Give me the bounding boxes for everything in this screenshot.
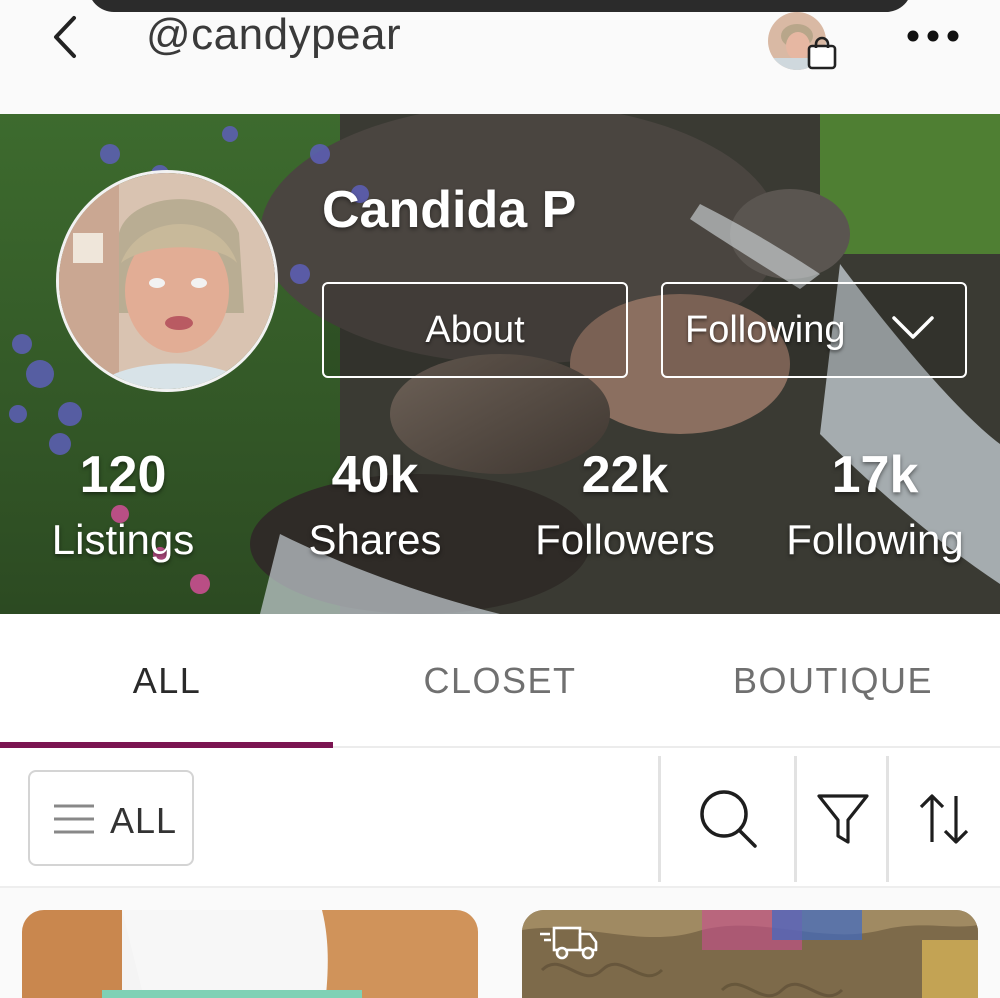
top-bar: @candypear — [0, 0, 1000, 114]
tab-closet[interactable]: CLOSET — [333, 614, 667, 748]
tab-all[interactable]: ALL — [0, 614, 334, 748]
divider — [658, 756, 661, 882]
divider — [794, 756, 797, 882]
display-name: Candida P — [322, 181, 577, 239]
profile-avatar[interactable] — [56, 170, 278, 392]
stat-label: Shares — [308, 516, 442, 563]
stat-following[interactable]: 17k Following — [750, 442, 1000, 572]
stat-label: Following — [786, 516, 964, 563]
listing-grid — [0, 888, 1000, 998]
listing-card[interactable] — [22, 910, 478, 998]
stat-label: Followers — [535, 516, 715, 563]
filter-bar: ALL — [0, 748, 1000, 888]
more-icon[interactable] — [906, 28, 960, 44]
username-title: @candypear — [146, 10, 402, 59]
chevron-down-icon — [892, 316, 934, 339]
menu-icon — [54, 804, 94, 834]
filter-icon[interactable] — [816, 792, 870, 846]
stat-listings[interactable]: 120 Listings — [0, 442, 248, 572]
listing-image — [22, 910, 478, 998]
search-icon[interactable] — [698, 788, 758, 850]
tab-boutique[interactable]: BOUTIQUE — [666, 614, 1000, 748]
stat-value: 120 — [79, 446, 167, 504]
shipping-truck-icon — [540, 926, 598, 960]
stat-value: 17k — [831, 446, 919, 504]
listing-card[interactable] — [522, 910, 978, 998]
stat-value: 22k — [581, 446, 669, 504]
following-button-label: Following — [685, 308, 846, 351]
closet-tabs: ALL CLOSET BOUTIQUE — [0, 614, 1000, 748]
stat-label: Listings — [51, 516, 195, 563]
about-button[interactable]: About — [322, 282, 628, 378]
stat-value: 40k — [331, 446, 419, 504]
about-button-label: About — [425, 308, 525, 351]
back-icon[interactable] — [48, 14, 82, 60]
sort-icon[interactable] — [916, 792, 972, 846]
following-dropdown-button[interactable]: Following — [661, 282, 967, 378]
shopping-bag-icon[interactable] — [806, 36, 838, 70]
category-filter-label: ALL — [110, 800, 178, 841]
divider — [886, 756, 889, 882]
category-filter-button[interactable]: ALL — [28, 770, 194, 866]
stat-followers[interactable]: 22k Followers — [500, 442, 750, 572]
stat-shares[interactable]: 40k Shares — [250, 442, 500, 572]
profile-cover: Candida P About Following 120 Listings 4… — [0, 114, 1000, 614]
